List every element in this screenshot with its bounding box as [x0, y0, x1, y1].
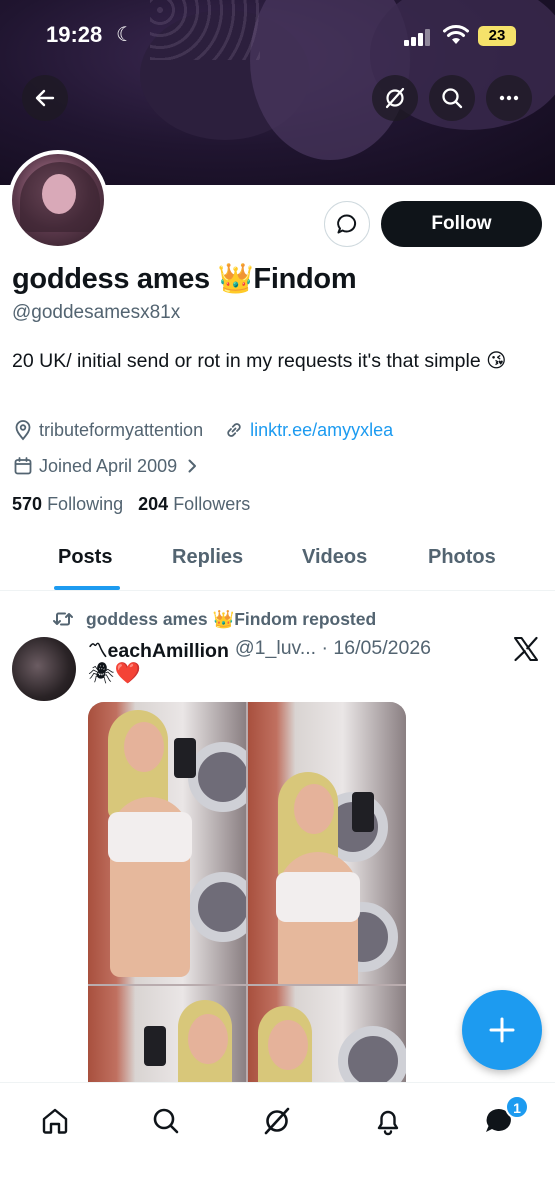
moon-icon: ☾ [116, 24, 134, 46]
media-tile [88, 702, 246, 984]
following-count: 570 [12, 494, 43, 514]
messages-badge: 1 [505, 1095, 529, 1119]
followers-label: Followers [173, 494, 251, 514]
active-tab-indicator [54, 586, 120, 590]
nav-grok[interactable] [257, 1101, 297, 1141]
tab-replies[interactable]: Replies [172, 546, 243, 569]
status-bar: 19:28 ☾ 23 [0, 18, 555, 54]
tab-videos[interactable]: Videos [302, 546, 367, 569]
signal-icon [404, 28, 434, 46]
joined-row: Joined April 2009 [12, 454, 201, 478]
repost-label: goddess ames 👑Findom reposted [86, 608, 377, 629]
x-logo-icon[interactable] [513, 636, 539, 662]
bell-icon [377, 1110, 399, 1136]
message-icon [337, 214, 357, 234]
media-tile [248, 702, 406, 984]
display-name: goddess ames 👑Findom [12, 263, 357, 295]
plus-icon [489, 1017, 515, 1043]
post-author-avatar[interactable] [12, 637, 76, 701]
chevron-right-icon[interactable] [183, 457, 201, 475]
compose-button[interactable] [462, 990, 542, 1070]
post-media-image[interactable] [88, 702, 406, 1082]
search-icon [153, 1108, 179, 1134]
nav-notifications[interactable] [368, 1101, 408, 1141]
nav-home[interactable] [35, 1101, 75, 1141]
calendar-icon [14, 457, 32, 475]
message-button[interactable] [324, 201, 370, 247]
profile-bio: 20 UK/ initial send or rot in my request… [12, 350, 507, 372]
joined-text: Joined April 2009 [39, 455, 178, 476]
follow-stats: 570 Following 204 Followers [12, 494, 250, 515]
profile-avatar[interactable] [8, 150, 108, 250]
grok-icon [385, 87, 405, 109]
follow-button[interactable]: Follow [381, 201, 542, 247]
following-link[interactable]: 570 Following [12, 494, 123, 514]
post-author-meta: @1_luv... · 16/05/2026 [234, 636, 432, 659]
location-icon [15, 420, 31, 441]
back-arrow-icon [35, 89, 55, 107]
bottom-navigation: 1 [0, 1082, 555, 1200]
avatar-face [42, 174, 76, 214]
link-icon [227, 423, 241, 437]
website-link[interactable]: linktr.ee/amyyxlea [250, 420, 393, 441]
user-handle: @goddesamesx81x [12, 302, 181, 323]
following-label: Following [47, 494, 124, 514]
followers-count: 204 [138, 494, 169, 514]
location-text: tributeformyattention [39, 419, 204, 440]
post-author-name[interactable]: 〽eachAmillion [88, 634, 229, 663]
wifi-icon [443, 25, 469, 44]
back-button[interactable] [22, 75, 68, 121]
post-header: 〽eachAmillion @1_luv... · 16/05/2026 [88, 634, 432, 663]
repost-indicator: goddess ames 👑Findom reposted [52, 607, 376, 631]
nav-search[interactable] [146, 1101, 186, 1141]
status-time: 19:28 [46, 22, 103, 47]
tab-posts[interactable]: Posts [58, 546, 112, 569]
media-tile [248, 986, 406, 1082]
more-icon [499, 95, 519, 101]
battery-indicator: 23 [478, 26, 516, 46]
media-tile [88, 986, 246, 1082]
more-button[interactable] [486, 75, 532, 121]
repost-icon [53, 612, 73, 626]
search-icon [442, 88, 463, 109]
home-icon [42, 1108, 68, 1134]
grok-button[interactable] [372, 75, 418, 121]
grok-icon [264, 1107, 290, 1135]
followers-link[interactable]: 204 Followers [138, 494, 250, 514]
search-button[interactable] [429, 75, 475, 121]
post-text: 🕷❤️ [88, 662, 141, 685]
profile-meta-row: tributeformyattention linktr.ee/amyyxlea [12, 418, 393, 442]
tab-photos[interactable]: Photos [428, 546, 496, 569]
profile-tabs: Posts Replies Videos Photos [0, 530, 555, 591]
